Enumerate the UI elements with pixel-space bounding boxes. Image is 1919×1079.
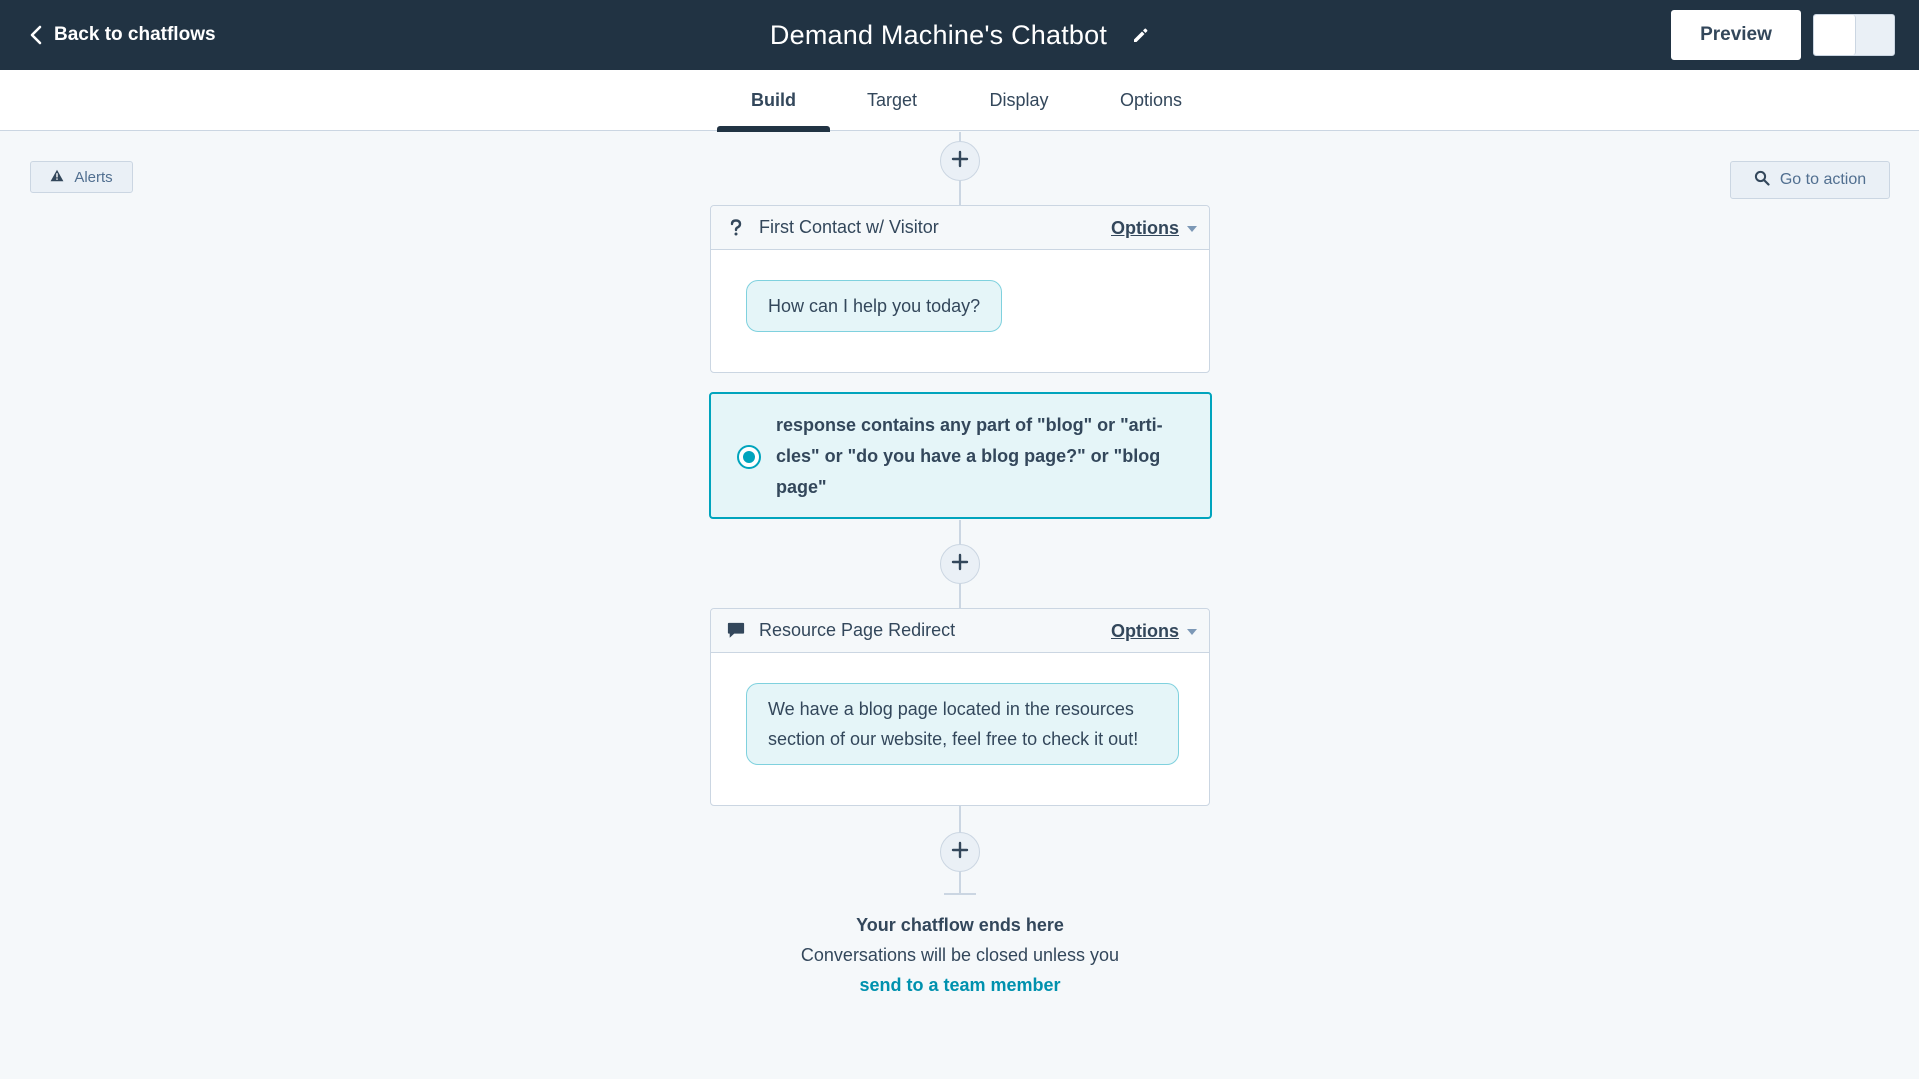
go-to-action-button[interactable]: Go to action <box>1730 161 1890 199</box>
preview-button[interactable]: Preview <box>1671 10 1801 60</box>
add-action-button[interactable] <box>940 141 980 181</box>
card-options-dropdown[interactable]: Options <box>1111 609 1197 653</box>
search-icon <box>1754 170 1770 191</box>
back-to-chatflows-link[interactable]: Back to chatflows <box>30 20 216 50</box>
add-action-button[interactable] <box>940 544 980 584</box>
toggle-switch[interactable] <box>1813 14 1895 56</box>
add-action-button[interactable] <box>940 832 980 872</box>
card-header: Resource Page Redirect Options <box>711 609 1209 653</box>
alerts-button[interactable]: Alerts <box>30 161 133 193</box>
chat-bubble-icon <box>727 621 745 640</box>
chevron-left-icon <box>30 25 42 45</box>
message-bubble: We have a blog page located in the resou… <box>746 683 1179 765</box>
card-title: First Contact w/ Visitor <box>759 217 939 237</box>
back-link-label: Back to chatflows <box>54 24 216 45</box>
options-label: Options <box>1111 620 1179 641</box>
tab-options[interactable]: Options <box>1111 70 1191 131</box>
question-icon <box>727 218 745 237</box>
flow-end-marker <box>944 893 976 895</box>
branch-condition[interactable]: response contains any part of "blog" or … <box>709 392 1212 519</box>
pencil-icon[interactable] <box>1131 26 1149 44</box>
tab-target[interactable]: Target <box>851 70 933 131</box>
tab-bar: Build Target Display Options <box>0 70 1919 131</box>
go-to-action-label: Go to action <box>1779 171 1867 188</box>
message-line: We have a blog page located in the resou… <box>768 699 1134 719</box>
flow-end-description: Conversations will be closed unless you <box>800 945 1120 965</box>
branch-line: cles" or "do you have a blog page?" or "… <box>776 446 1161 466</box>
message-line: section of our website, feel free to che… <box>768 729 1139 749</box>
toggle-knob <box>1814 15 1856 55</box>
card-header: First Contact w/ Visitor Options <box>711 206 1209 250</box>
action-card-resource-redirect[interactable]: Resource Page Redirect Options We have a… <box>710 608 1210 806</box>
flow-end-title: Your chatflow ends here <box>856 915 1064 935</box>
top-bar: Back to chatflows Demand Machine's Chatb… <box>0 0 1919 70</box>
action-card-first-contact[interactable]: First Contact w/ Visitor Options How can… <box>710 205 1210 373</box>
alerts-label: Alerts <box>74 168 113 186</box>
message-bubble: How can I help you today? <box>746 280 1002 332</box>
plus-icon <box>951 150 969 173</box>
chatbot-title: Demand Machine's Chatbot <box>769 19 1108 50</box>
tab-build[interactable]: Build <box>717 70 830 131</box>
chatflow-editor: Back to chatflows Demand Machine's Chatb… <box>0 0 1919 1079</box>
options-label: Options <box>1111 217 1179 238</box>
radio-dot <box>743 451 755 463</box>
caret-down-icon <box>1187 219 1197 237</box>
title-area: Demand Machine's Chatbot <box>0 14 1919 56</box>
warning-icon <box>50 169 64 186</box>
tab-display[interactable]: Display <box>976 70 1062 131</box>
branch-line: response contains any part of "blog" or … <box>776 415 1163 435</box>
plus-icon <box>951 841 969 864</box>
branch-line: page" <box>776 477 827 497</box>
radio-icon <box>737 445 761 469</box>
plus-icon <box>951 553 969 576</box>
active-tab-indicator <box>717 126 830 132</box>
branch-condition-text: response contains any part of "blog" or … <box>776 410 1196 503</box>
caret-down-icon <box>1187 622 1197 640</box>
send-to-team-member-link[interactable]: send to a team member <box>710 975 1210 996</box>
card-title: Resource Page Redirect <box>759 620 956 640</box>
card-options-dropdown[interactable]: Options <box>1111 206 1197 250</box>
